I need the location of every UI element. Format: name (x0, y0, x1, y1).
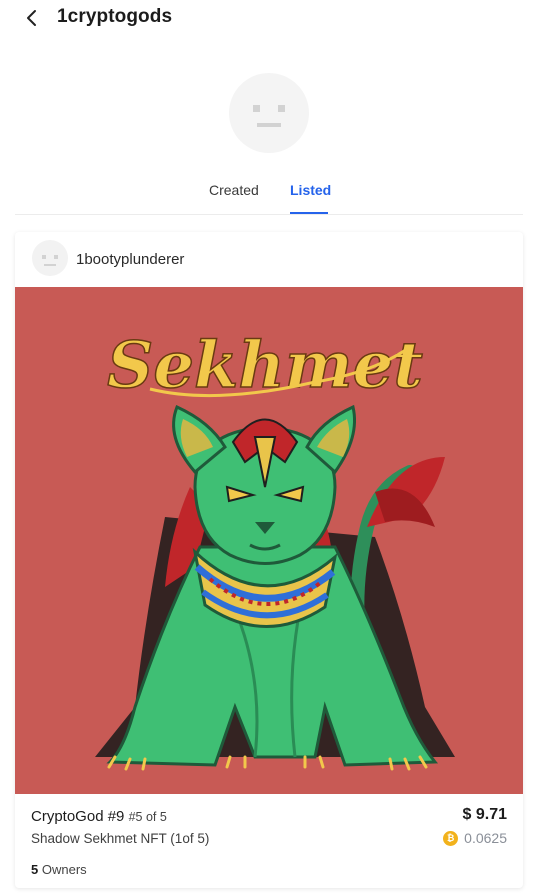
avatar-mouth (44, 264, 56, 266)
price-crypto-value: 0.0625 (464, 830, 507, 846)
owner-name[interactable]: 1bootyplunderer (76, 251, 184, 268)
chevron-left-icon (27, 10, 36, 26)
avatar-eye (253, 105, 260, 112)
owners-count: 5 Owners (31, 862, 87, 877)
nft-card[interactable]: 1bootyplunderer Sekhmet CryptoGod #9 #5 … (15, 232, 523, 888)
profile-tabs: Created Listed (0, 174, 548, 216)
owners-label: Owners (41, 862, 87, 877)
tabs-divider (15, 214, 523, 215)
owners-number: 5 (31, 862, 39, 877)
profile-avatar (229, 73, 309, 153)
app-header: 1cryptogods (0, 0, 548, 36)
owner-avatar[interactable] (32, 240, 68, 276)
sekhmet-illustration: Sekhmet (95, 327, 455, 771)
nft-name: CryptoGod #9 (31, 808, 125, 825)
avatar-eye (54, 255, 58, 259)
page-title: 1cryptogods (57, 6, 173, 27)
avatar-mouth (257, 123, 281, 127)
nft-title[interactable]: CryptoGod #9 #5 of 5 (31, 808, 167, 825)
price-crypto: ₿ 0.0625 (443, 830, 507, 846)
nft-artwork[interactable]: Sekhmet (15, 287, 523, 794)
avatar-eye (42, 255, 46, 259)
nft-edition: #5 of 5 (128, 810, 167, 824)
nft-description: Shadow Sekhmet NFT (1of 5) (31, 831, 210, 846)
back-button[interactable] (22, 7, 44, 29)
tab-listed[interactable]: Listed (290, 182, 331, 198)
avatar-eye (278, 105, 285, 112)
owner-row[interactable]: 1bootyplunderer (15, 232, 523, 287)
tab-created[interactable]: Created (209, 182, 259, 198)
nft-info: CryptoGod #9 #5 of 5 Shadow Sekhmet NFT … (15, 794, 523, 888)
bitcoin-icon: ₿ (443, 830, 459, 846)
price-usd: $ 9.71 (462, 806, 507, 823)
